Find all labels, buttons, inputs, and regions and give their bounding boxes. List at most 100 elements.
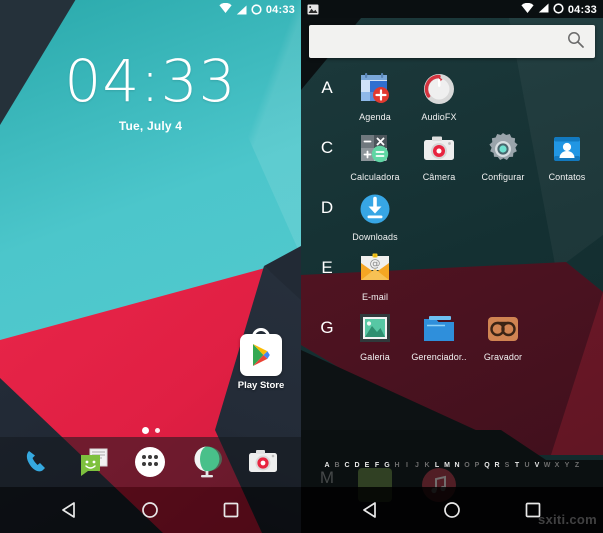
app-item-audiofx[interactable]: AudioFX [407,64,471,122]
app-section-g: G Galeria Gerenciador.. Gravador [301,304,603,362]
alpha-letter[interactable]: J [412,462,422,469]
alpha-letter[interactable]: P [472,462,482,469]
alpha-letter[interactable]: U [522,462,532,469]
status-bar-notification-area [307,4,521,15]
wifi-icon [219,2,232,16]
home-circle-icon[interactable] [437,495,467,525]
signal-icon [236,5,247,15]
alpha-letter[interactable]: R [492,462,502,469]
alpha-letter[interactable]: C [342,462,352,469]
alpha-letter[interactable]: S [502,462,512,469]
screenshot-photo-icon [307,4,319,15]
home-clock-widget[interactable]: 04:33 Tue, July 4 [0,52,301,133]
section-letter: E [321,258,333,277]
alpha-letter[interactable]: N [452,462,462,469]
app-label: Contatos [548,172,586,182]
phone-icon[interactable] [18,442,58,482]
messaging-icon[interactable] [74,442,114,482]
section-apps: @ E-mail [343,244,603,302]
alpha-letter[interactable]: Q [482,462,492,469]
alpha-letter[interactable]: B [332,462,342,469]
app-label: Configurar [481,172,525,182]
recents-square-icon[interactable] [216,495,246,525]
app-section-d: D Downloads [301,184,603,242]
app-label: Gerenciador.. [411,352,467,362]
wifi-icon [521,2,534,16]
browser-globe-icon[interactable] [187,442,227,482]
app-item-galeria[interactable]: Galeria [343,304,407,362]
alpha-letter[interactable]: K [422,462,432,469]
home-status-bar: 04:33 [0,0,301,19]
android-app-drawer-screen: 04:33 A Agenda AudioFX C Calculadora Câm… [301,0,603,533]
alpha-letter[interactable]: W [542,462,552,469]
download-icon [356,190,394,228]
app-item-downloads[interactable]: Downloads [343,184,407,242]
section-apps: Galeria Gerenciador.. Gravador [343,304,603,362]
battery-icon [251,4,262,15]
app-label: Downloads [352,232,398,242]
app-item-email[interactable]: @ E-mail [343,244,407,302]
app-section-c: C Calculadora Câmera Configurar Contatos [301,124,603,182]
app-item-agenda[interactable]: Agenda [343,64,407,122]
status-bar-system-icons: 04:33 [521,2,597,17]
alpha-letter[interactable]: D [352,462,362,469]
app-label: AudioFX [421,112,457,122]
app-item-calculadora[interactable]: Calculadora [343,124,407,182]
alpha-letter[interactable]: Z [572,462,582,469]
back-triangle-icon[interactable] [55,495,85,525]
section-letter: G [320,318,334,337]
app-item-contatos[interactable]: Contatos [535,124,599,182]
drawer-status-bar: 04:33 [301,0,603,19]
android-home-screen: 04:33 04:33 Tue, July 4 Play Store [0,0,301,533]
app-search-bar[interactable] [309,25,595,58]
home-circle-icon[interactable] [135,495,165,525]
page-dot [154,428,160,433]
alpha-letter[interactable]: L [432,462,442,469]
calculator-icon [356,130,394,168]
alpha-letter[interactable]: O [462,462,472,469]
settings-gear-icon [484,130,522,168]
app-item-gravador[interactable]: Gravador [471,304,535,362]
alpha-letter[interactable]: G [382,462,392,469]
app-item-configurar[interactable]: Configurar [471,124,535,182]
calendar-icon [356,70,394,108]
app-section-a: A Agenda AudioFX [301,64,603,122]
page-dot-active [141,427,149,434]
svg-text:@: @ [370,257,381,270]
shortcut-label: Play Store [237,380,285,391]
signal-icon [538,3,549,16]
app-item-gerenciador[interactable]: Gerenciador.. [407,304,471,362]
alphabet-index-scrubber[interactable]: A B C D E F G H I J K L M N O P Q R S T … [301,458,603,472]
alpha-letter[interactable]: A [322,462,332,469]
home-navigation-bar [0,487,301,533]
app-label: Gravador [483,352,523,362]
alpha-letter[interactable]: F [372,462,382,469]
section-apps: Agenda AudioFX [343,64,603,122]
search-icon[interactable] [567,31,584,53]
alpha-letter[interactable]: E [362,462,372,469]
app-section-e: E @ E-mail [301,244,603,302]
alpha-letter[interactable]: Y [562,462,572,469]
file-manager-folder-icon [420,310,458,348]
alpha-letter[interactable]: T [512,462,522,469]
app-item-camera[interactable]: Câmera [407,124,471,182]
status-bar-clock: 04:33 [265,3,295,16]
back-triangle-icon[interactable] [356,495,386,525]
voice-recorder-icon [484,310,522,348]
clock-date: Tue, July 4 [118,119,183,133]
page-indicator [0,427,301,434]
status-bar-clock: 04:33 [567,3,597,16]
watermark: sxiti.com [537,512,597,527]
section-letter: C [320,138,334,157]
camera-icon[interactable] [243,442,283,482]
app-list: A Agenda AudioFX C Calculadora Câmera Co… [301,64,603,364]
app-drawer-icon[interactable] [130,442,170,482]
alpha-letter[interactable]: I [402,462,412,469]
section-letter: A [321,78,333,97]
alpha-letter[interactable]: H [392,462,402,469]
alpha-letter[interactable]: V [532,462,542,469]
alpha-letter[interactable]: M [442,462,452,469]
shortcut-play-store[interactable]: Play Store [229,328,293,391]
app-label: Câmera [422,172,456,182]
alpha-letter[interactable]: X [552,462,562,469]
